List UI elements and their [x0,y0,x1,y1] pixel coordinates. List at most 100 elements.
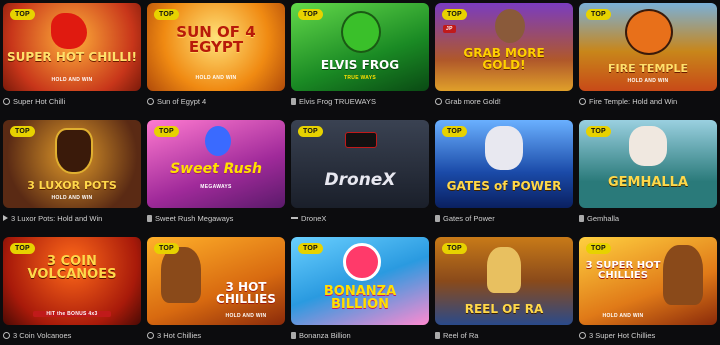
game-card-sun-of-egypt-4[interactable]: SUN OF 4 EGYPT HOLD AND WIN TOP Sun of E… [147,3,285,120]
game-card-super-hot-chilli[interactable]: SUPER HOT CHILLI! HOLD AND WIN TOP Super… [3,3,141,120]
game-caption[interactable]: Grab more Gold! [435,95,573,107]
game-caption[interactable]: Bonanza Billion [291,329,429,341]
chilli-art [51,13,87,49]
game-thumbnail[interactable]: SUN OF 4 EGYPT HOLD AND WIN TOP [147,3,285,91]
game-card-grab-more-gold[interactable]: GRAB MORE GOLD! JP TOP Grab more Gold! [435,3,573,120]
dash-icon [291,217,298,219]
game-caption[interactable]: Elvis Frog TRUEWAYS [291,95,429,107]
miner-art [495,9,525,43]
game-card-sweet-rush-megaways[interactable]: Sweet Rush MEGAWAYS TOP Sweet Rush Megaw… [147,120,285,237]
game-thumbnail[interactable]: ELVIS FROG TRUE WAYS TOP [291,3,429,91]
top-badge: TOP [154,9,179,20]
swirl-icon [3,97,10,105]
game-art-title: GATES of POWER [446,179,562,193]
game-card-gemhalla[interactable]: GEMHALLA TOP Gemhalla [579,120,717,237]
game-card-3-super-hot-chillies[interactable]: 3 SUPER HOT CHILLIES HOLD AND WIN TOP 3 … [579,237,717,345]
top-badge: TOP [442,9,467,20]
game-art-subtitle: HIT the BONUS 4x3 [33,311,111,317]
game-thumbnail[interactable]: 3 HOT CHILLIES HOLD AND WIN TOP [147,237,285,325]
game-title: Sweet Rush Megaways [155,213,234,223]
game-card-bonanza-billion[interactable]: BONANZA BILLION TOP Bonanza Billion [291,237,429,345]
game-thumbnail[interactable]: REEL OF RA TOP [435,237,573,325]
pharaoh-art [55,128,93,174]
tiger-art [625,9,673,55]
game-title: 3 Super Hot Chillies [589,330,656,340]
doc-icon [291,331,296,339]
game-art-title: GEMHALLA [607,175,689,190]
game-caption[interactable]: Sweet Rush Megaways [147,212,285,224]
swirl-icon [3,331,10,339]
swirl-icon [147,331,154,339]
game-title: Grab more Gold! [445,96,501,106]
game-thumbnail[interactable]: BONANZA BILLION TOP [291,237,429,325]
game-thumbnail[interactable]: Sweet Rush MEGAWAYS TOP [147,120,285,208]
doc-icon [579,214,584,222]
game-title: Reel of Ra [443,330,479,340]
top-badge: TOP [10,9,35,20]
top-badge: TOP [586,126,611,137]
game-title: Super Hot Chilli [13,96,66,106]
game-thumbnail[interactable]: 3 SUPER HOT CHILLIES HOLD AND WIN TOP [579,237,717,325]
game-caption[interactable]: DroneX [291,212,429,224]
game-card-3-coin-volcanoes[interactable]: 3 COIN VOLCANOES HIT the BONUS 4x3 TOP 3… [3,237,141,345]
swirl-icon [435,97,442,105]
candy-art [343,243,381,281]
game-title: 3 Luxor Pots: Hold and Win [11,213,103,223]
zeus-art [485,126,523,170]
game-thumbnail[interactable]: 3 LUXOR POTS HOLD AND WIN TOP [3,120,141,208]
game-card-reel-of-ra[interactable]: REEL OF RA TOP Reel of Ra [435,237,573,345]
game-art-subtitle: HOLD AND WIN [195,75,237,81]
game-art-title: DroneX [324,170,396,190]
game-art-title: ELVIS FROG [320,58,400,72]
game-thumbnail[interactable]: GRAB MORE GOLD! JP TOP [435,3,573,91]
game-art-subtitle: TRUE WAYS [344,75,376,81]
game-caption[interactable]: 3 Hot Chillies [147,329,285,341]
game-thumbnail[interactable]: FIRE TEMPLE HOLD AND WIN TOP [579,3,717,91]
game-caption[interactable]: Sun of Egypt 4 [147,95,285,107]
top-badge: TOP [154,126,179,137]
game-art-title: SUPER HOT CHILLI! [7,50,137,64]
triangle-icon [3,215,8,221]
doc-icon [435,214,440,222]
game-caption[interactable]: Reel of Ra [435,329,573,341]
game-card-elvis-frog[interactable]: ELVIS FROG TRUE WAYS TOP Elvis Frog TRUE… [291,3,429,120]
viking-art [629,126,667,166]
game-grid-row-3: 3 COIN VOLCANOES HIT the BONUS 4x3 TOP 3… [3,237,717,345]
top-badge: TOP [442,126,467,137]
game-title: Gemhalla [587,213,620,223]
game-art-subtitle: HOLD AND WIN [51,195,93,201]
game-card-dronex[interactable]: DroneX TOP DroneX [291,120,429,237]
game-caption[interactable]: 3 Luxor Pots: Hold and Win [3,212,141,224]
game-thumbnail[interactable]: DroneX TOP [291,120,429,208]
game-art-subtitle: JP [443,25,456,33]
game-card-3-hot-chillies[interactable]: 3 HOT CHILLIES HOLD AND WIN TOP 3 Hot Ch… [147,237,285,345]
game-art-subtitle: HOLD AND WIN [602,313,644,319]
game-caption[interactable]: Fire Temple: Hold and Win [579,95,717,107]
doc-icon [291,97,296,105]
game-caption[interactable]: 3 Super Hot Chillies [579,329,717,341]
game-art-title: 3 LUXOR POTS [27,179,117,192]
game-thumbnail[interactable]: GATES of POWER TOP [435,120,573,208]
game-art-title: 3 COIN VOLCANOES [27,254,117,282]
top-badge: TOP [10,243,35,254]
game-thumbnail[interactable]: 3 COIN VOLCANOES HIT the BONUS 4x3 TOP [3,237,141,325]
game-title: Gates of Power [443,213,495,223]
game-art-title: BONANZA BILLION [323,284,397,312]
game-caption[interactable]: Gemhalla [579,212,717,224]
game-thumbnail[interactable]: GEMHALLA TOP [579,120,717,208]
game-caption[interactable]: Gates of Power [435,212,573,224]
game-grid: SUPER HOT CHILLI! HOLD AND WIN TOP Super… [3,3,717,237]
top-badge: TOP [298,9,323,20]
frog-art [341,11,381,53]
top-badge: TOP [586,9,611,20]
game-card-gates-of-power[interactable]: GATES of POWER TOP Gates of Power [435,120,573,237]
game-caption[interactable]: Super Hot Chilli [3,95,141,107]
game-thumbnail[interactable]: SUPER HOT CHILLI! HOLD AND WIN TOP [3,3,141,91]
game-caption[interactable]: 3 Coin Volcanoes [3,329,141,341]
game-art-title: FIRE TEMPLE [608,62,688,75]
game-card-3-luxor-pots[interactable]: 3 LUXOR POTS HOLD AND WIN TOP 3 Luxor Po… [3,120,141,237]
top-badge: TOP [10,126,35,137]
doc-icon [147,214,152,222]
game-card-fire-temple[interactable]: FIRE TEMPLE HOLD AND WIN TOP Fire Temple… [579,3,717,120]
game-title: DroneX [301,213,327,223]
